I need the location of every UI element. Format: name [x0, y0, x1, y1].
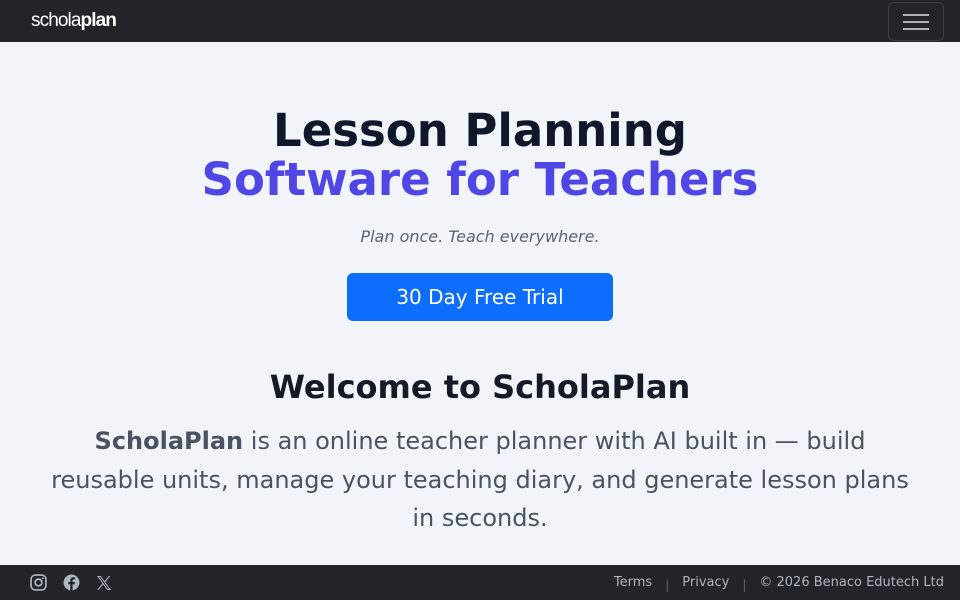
footer-separator: |: [742, 577, 747, 592]
copyright-text: © 2026 Benaco Edutech Ltd: [759, 575, 944, 590]
welcome-description: ScholaPlan is an online teacher planner …: [40, 422, 920, 538]
terms-link[interactable]: Terms: [614, 575, 652, 590]
free-trial-button[interactable]: 30 Day Free Trial: [347, 273, 613, 321]
hero-title-line2: Software for Teachers: [201, 153, 759, 206]
brand-part-plan: plan: [80, 10, 117, 31]
hamburger-menu-icon: [903, 12, 929, 32]
brand-part-schola: schola: [31, 10, 81, 31]
instagram-icon[interactable]: [29, 574, 47, 592]
welcome-heading: Welcome to ScholaPlan: [269, 368, 691, 406]
brand-logo[interactable]: schola plan: [31, 10, 117, 32]
hero-section: Lesson Planning Software for Teachers Pl…: [0, 42, 960, 565]
social-links: [29, 574, 113, 592]
footer-separator: |: [665, 577, 670, 592]
footer-links: Terms | Privacy | © 2026 Benaco Edutech …: [614, 575, 944, 592]
hero-title-line1: Lesson Planning: [273, 104, 687, 157]
page-footer: Terms | Privacy | © 2026 Benaco Edutech …: [0, 565, 960, 600]
hero-tagline: Plan once. Teach everywhere.: [360, 227, 600, 246]
privacy-link[interactable]: Privacy: [682, 575, 729, 590]
x-icon[interactable]: [95, 574, 113, 592]
facebook-icon[interactable]: [62, 574, 80, 592]
navbar-toggle-button[interactable]: [888, 2, 944, 41]
top-navbar: schola plan: [0, 0, 960, 42]
description-brand: ScholaPlan: [94, 427, 244, 455]
